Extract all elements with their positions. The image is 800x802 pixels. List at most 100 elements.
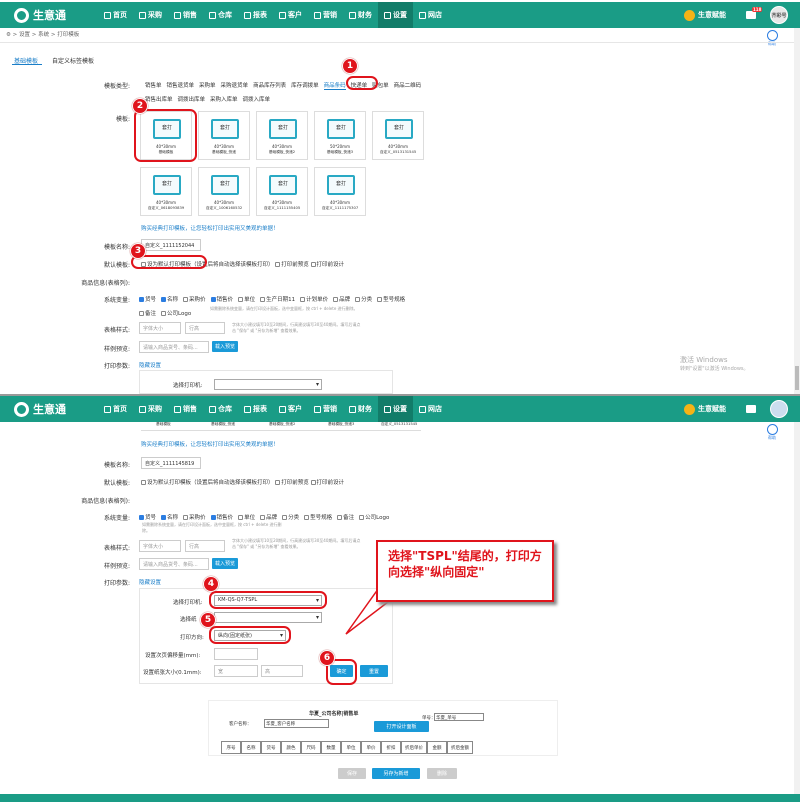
- sys-var-option[interactable]: 分类: [355, 297, 372, 303]
- sys-var-checkbox[interactable]: [300, 297, 306, 302]
- sys-var-checkbox[interactable]: [377, 297, 383, 302]
- sys-var-option[interactable]: 品牌: [260, 515, 277, 521]
- sys-var-option[interactable]: 采购价: [183, 297, 206, 303]
- sys-var-option[interactable]: 货号: [139, 515, 156, 521]
- load-preview-button-2[interactable]: 载入预览: [212, 558, 238, 569]
- template-card[interactable]: 套打 40*30mm 自定义_1111155405: [256, 167, 308, 216]
- nav-settings[interactable]: 设置: [378, 396, 413, 422]
- template-card[interactable]: 套打 40*30mm 基础模板_快递2: [256, 111, 308, 160]
- sys-var-option[interactable]: 分类: [282, 515, 299, 521]
- template-card[interactable]: 套打 40*30mm 自定义_0618093839: [140, 167, 192, 216]
- nav-finance[interactable]: 财务: [343, 2, 378, 28]
- sys-var-option[interactable]: 型号规格: [377, 297, 405, 303]
- sys-var-checkbox[interactable]: [139, 515, 144, 520]
- nav-marketing[interactable]: 营销: [308, 2, 343, 28]
- nav-report[interactable]: 报表: [238, 396, 273, 422]
- save-as-new-button[interactable]: 另存为新增: [372, 768, 420, 779]
- sys-var-option[interactable]: 货号: [139, 297, 156, 303]
- nav-home[interactable]: 首页: [98, 2, 133, 28]
- sys-var-option[interactable]: 型号规格: [304, 515, 332, 521]
- nav-settings[interactable]: 设置: [378, 2, 413, 28]
- sys-var-option[interactable]: 单位: [238, 297, 255, 303]
- buy-template-link-2[interactable]: 购买经典打印模板，让您轻松打印出实用又美观的单据！: [141, 440, 279, 448]
- preview-checkbox[interactable]: [275, 480, 281, 485]
- sys-var-checkbox[interactable]: [238, 297, 244, 302]
- sys-var-checkbox[interactable]: [260, 297, 266, 302]
- type-item[interactable]: 销售出库单: [145, 97, 173, 103]
- font-size-input[interactable]: 字体大小: [139, 322, 181, 334]
- sys-var-option[interactable]: 销售价: [210, 515, 233, 521]
- design-checkbox[interactable]: [310, 480, 316, 485]
- empower-link[interactable]: 生意赋能: [698, 10, 726, 20]
- sys-var-checkbox[interactable]: [260, 515, 266, 520]
- sys-var-checkbox[interactable]: [355, 297, 361, 302]
- app-logo-2[interactable]: 生意通: [0, 401, 98, 417]
- type-item[interactable]: 商品库存列表: [253, 83, 286, 89]
- design-checkbox[interactable]: [310, 262, 316, 267]
- nav-warehouse[interactable]: 仓库: [203, 396, 238, 422]
- font-size-input-2[interactable]: 字体大小: [139, 540, 181, 552]
- sys-var-option[interactable]: 备注: [139, 311, 156, 317]
- sys-var-option[interactable]: 采购价: [183, 515, 206, 521]
- template-card[interactable]: 套打 40*30mm 自定义_1006160532: [198, 167, 250, 216]
- hide-settings-link[interactable]: 隐藏设置: [139, 361, 161, 369]
- sys-var-checkbox[interactable]: [183, 297, 189, 302]
- sys-var-option[interactable]: 销售价: [210, 297, 233, 303]
- paper-height-input[interactable]: 高: [261, 665, 303, 677]
- type-item[interactable]: 采购入库单: [210, 97, 238, 103]
- sys-var-checkbox[interactable]: [139, 311, 144, 316]
- sys-var-option[interactable]: 生产日期11: [260, 297, 295, 303]
- sys-var-checkbox[interactable]: [161, 297, 167, 302]
- template-name-input[interactable]: 自定义_1111152044: [141, 239, 201, 251]
- sys-var-checkbox[interactable]: [359, 515, 365, 520]
- offset-input[interactable]: [214, 648, 258, 660]
- avatar[interactable]: 齐彩号: [770, 6, 788, 24]
- sys-var-checkbox[interactable]: [139, 297, 144, 302]
- row-height-input-2[interactable]: 行高: [185, 540, 225, 552]
- sys-var-checkbox[interactable]: [333, 297, 339, 302]
- nav-home[interactable]: 首页: [98, 396, 133, 422]
- nav-purchase[interactable]: 采购: [133, 2, 168, 28]
- nav-purchase[interactable]: 采购: [133, 396, 168, 422]
- sys-var-checkbox[interactable]: [161, 515, 167, 520]
- paper-select[interactable]: [214, 612, 322, 623]
- type-item[interactable]: 商品二维码: [394, 83, 422, 89]
- printer-select[interactable]: [214, 379, 322, 390]
- sys-var-checkbox[interactable]: [210, 515, 216, 520]
- type-item[interactable]: 销售退货单: [167, 83, 195, 89]
- save-button[interactable]: 保存: [338, 768, 366, 779]
- sys-var-checkbox[interactable]: [238, 515, 244, 520]
- nav-store[interactable]: 网店: [413, 2, 448, 28]
- template-card[interactable]: 套打 50*20mm 基础模板_快递3: [314, 111, 366, 160]
- sys-var-checkbox[interactable]: [161, 311, 167, 316]
- open-design-panel-button[interactable]: 打开设计面板: [374, 721, 429, 732]
- sys-var-option[interactable]: 公司Logo: [161, 311, 191, 317]
- sys-var-option[interactable]: 名称: [161, 297, 178, 303]
- help-button[interactable]: 帮助: [764, 30, 780, 47]
- sys-var-checkbox[interactable]: [337, 515, 343, 520]
- type-item[interactable]: 商品条码: [323, 83, 346, 90]
- nav-store[interactable]: 网店: [413, 396, 448, 422]
- nav-customer[interactable]: 客户: [273, 2, 308, 28]
- message-icon[interactable]: [746, 405, 756, 413]
- type-item[interactable]: 采购退货单: [221, 83, 249, 89]
- nav-sales[interactable]: 销售: [168, 2, 203, 28]
- sys-var-checkbox[interactable]: [210, 297, 216, 302]
- sys-var-option[interactable]: 单位: [238, 515, 255, 521]
- sys-var-option[interactable]: 名称: [161, 515, 178, 521]
- template-name-input-2[interactable]: 自定义_1111145819: [141, 457, 201, 469]
- nav-finance[interactable]: 财务: [343, 396, 378, 422]
- template-card[interactable]: 套打 40*30mm 基础模板_快递: [198, 111, 250, 160]
- delete-button[interactable]: 删除: [427, 768, 457, 779]
- preview-search-input-2[interactable]: 请输入商品货号、条码...: [139, 558, 209, 570]
- scrollbar-bottom[interactable]: [794, 422, 800, 794]
- tab-custom[interactable]: 自定义标签模板: [52, 56, 94, 65]
- preview-checkbox[interactable]: [275, 262, 281, 267]
- type-item[interactable]: 库存调拨单: [291, 83, 319, 89]
- template-card[interactable]: 套打 40*30mm 自定义_1111175307: [314, 167, 366, 216]
- sys-var-option[interactable]: 备注: [337, 515, 354, 521]
- help-button-2[interactable]: 帮助: [764, 424, 780, 441]
- sys-var-checkbox[interactable]: [304, 515, 310, 520]
- type-item[interactable]: 调拨出库单: [178, 97, 206, 103]
- row-height-input[interactable]: 行高: [185, 322, 225, 334]
